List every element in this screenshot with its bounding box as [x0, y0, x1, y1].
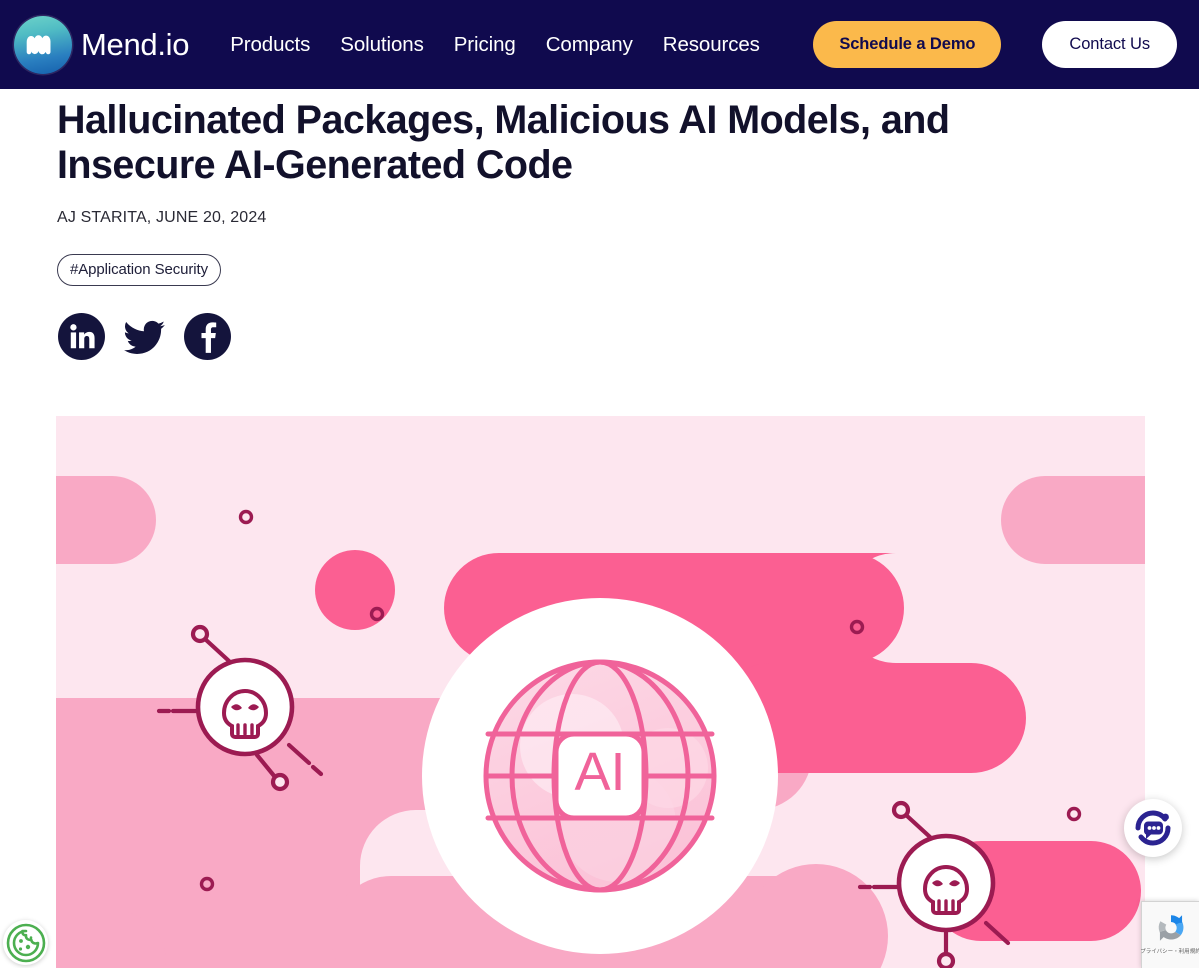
- nav-item-solutions[interactable]: Solutions: [340, 33, 424, 57]
- recaptcha-privacy-text: プライバシー・利用規約: [1140, 949, 1199, 955]
- site-header: Mend.io Products Solutions Pricing Compa…: [0, 0, 1199, 89]
- tag-list: #Application Security: [57, 254, 1199, 286]
- chat-widget-button[interactable]: [1124, 799, 1182, 857]
- nav-item-products[interactable]: Products: [230, 33, 310, 57]
- brand-logo-link[interactable]: Mend.io: [14, 15, 190, 74]
- nav-item-pricing[interactable]: Pricing: [454, 33, 516, 57]
- tag-application-security[interactable]: #Application Security: [57, 254, 221, 286]
- twitter-icon[interactable]: [120, 312, 169, 361]
- hero-illustration: AI: [56, 416, 1145, 968]
- header-actions: Schedule a Demo Contact Us: [813, 21, 1177, 68]
- schedule-demo-button[interactable]: Schedule a Demo: [813, 21, 1002, 68]
- recaptcha-icon: [1158, 915, 1183, 941]
- brand-name: Mend.io: [81, 26, 190, 62]
- cookie-consent-button[interactable]: [3, 920, 48, 965]
- page-title: Hallucinated Packages, Malicious AI Mode…: [57, 98, 950, 187]
- linkedin-icon[interactable]: [57, 312, 106, 361]
- ai-chip-label: AI: [574, 742, 625, 802]
- social-share-bar: [57, 312, 1199, 361]
- facebook-icon[interactable]: [183, 312, 232, 361]
- nav-item-company[interactable]: Company: [546, 33, 633, 57]
- recaptcha-badge[interactable]: プライバシー・利用規約: [1140, 901, 1199, 968]
- article-byline: AJ STARITA, JUNE 20, 2024: [57, 209, 267, 226]
- primary-navigation: Products Solutions Pricing Company Resou…: [230, 33, 760, 57]
- contact-us-button[interactable]: Contact Us: [1042, 21, 1177, 68]
- mend-logo-icon: [14, 15, 72, 74]
- cookie-icon: [6, 923, 45, 962]
- article-header: Hallucinated Packages, Malicious AI Mode…: [0, 89, 1199, 361]
- nav-item-resources[interactable]: Resources: [663, 33, 760, 57]
